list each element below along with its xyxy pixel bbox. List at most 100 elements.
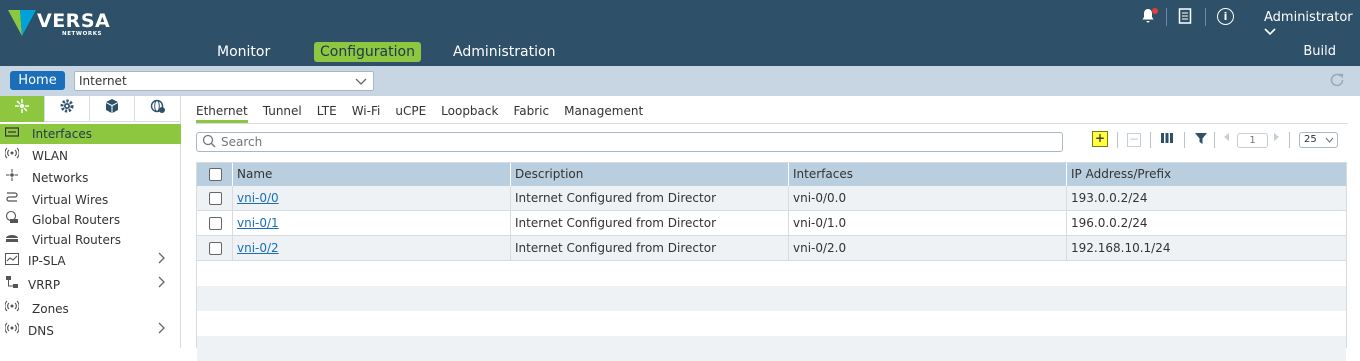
chevron-down-icon bbox=[1325, 137, 1334, 143]
column-header-ip[interactable]: IP Address/Prefix bbox=[1067, 163, 1346, 186]
column-header-description[interactable]: Description bbox=[511, 163, 789, 186]
ip-cell: 192.168.10.1/24 bbox=[1071, 241, 1171, 255]
row-checkbox[interactable] bbox=[209, 217, 222, 230]
context-bar: Home Internet bbox=[0, 66, 1360, 96]
logo-subtext: NETWORKS bbox=[62, 31, 103, 37]
network-icon bbox=[4, 168, 20, 188]
table-row[interactable]: vni-0/0 Internet Configured from Directo… bbox=[197, 186, 1346, 211]
build-label[interactable]: Build bbox=[1303, 44, 1336, 59]
page-size-value: 25 bbox=[1304, 134, 1317, 145]
info-icon[interactable]: i bbox=[1217, 8, 1234, 25]
column-header-name[interactable]: Name bbox=[233, 163, 511, 186]
ip-cell: 193.0.0.2/24 bbox=[1071, 191, 1148, 205]
tab-lte[interactable]: LTE bbox=[317, 103, 337, 123]
description-cell: Internet Configured from Director bbox=[511, 186, 789, 211]
tab-objects[interactable] bbox=[90, 96, 135, 122]
sidebar-item-virtual-routers[interactable]: Virtual Routers bbox=[0, 230, 181, 250]
sidebar-item-label: Global Routers bbox=[32, 213, 121, 227]
sidebar-item-ip-sla[interactable]: IP-SLA bbox=[0, 251, 181, 271]
row-checkbox[interactable] bbox=[209, 192, 222, 205]
next-page-icon[interactable] bbox=[1272, 131, 1282, 149]
virtual-router-icon bbox=[4, 230, 20, 250]
select-all-checkbox[interactable] bbox=[209, 168, 222, 181]
tab-tunnel[interactable]: Tunnel bbox=[263, 103, 302, 123]
chevron-right-icon[interactable] bbox=[158, 275, 166, 295]
tab-loopback[interactable]: Loopback bbox=[441, 103, 498, 123]
name-cell: vni-0/2 bbox=[233, 236, 511, 261]
tab-fabric[interactable]: Fabric bbox=[513, 103, 549, 123]
tab-others[interactable] bbox=[135, 96, 180, 122]
empty-row bbox=[197, 286, 1346, 311]
sidebar-item-networks[interactable]: Networks bbox=[0, 168, 181, 188]
chevron-down-icon bbox=[1264, 28, 1276, 36]
sidebar-item-dns[interactable]: DNS bbox=[0, 321, 181, 341]
document-icon[interactable] bbox=[1176, 8, 1194, 26]
sidebar-item-virtual-wires[interactable]: Virtual Wires bbox=[0, 190, 181, 210]
empty-row bbox=[197, 311, 1346, 336]
home-button[interactable]: Home bbox=[10, 71, 65, 90]
interfaces-table: Name Description Interfaces IP Address/P… bbox=[196, 162, 1347, 361]
add-button[interactable]: + bbox=[1092, 131, 1108, 147]
sidebar-item-label: Virtual Routers bbox=[32, 233, 122, 247]
row-checkbox[interactable] bbox=[209, 242, 222, 255]
sidebar: Interfaces WLAN Networks Virtual Wires G… bbox=[0, 96, 181, 348]
sidebar-item-label: Virtual Wires bbox=[32, 193, 109, 207]
empty-row bbox=[197, 336, 1346, 361]
top-header: VERSA NETWORKS Monitor Configuration Adm… bbox=[0, 0, 1360, 66]
sidebar-item-global-routers[interactable]: Global Routers bbox=[0, 210, 181, 230]
nav-configuration[interactable]: Configuration bbox=[314, 42, 421, 62]
nav-monitor[interactable]: Monitor bbox=[211, 42, 276, 62]
network-icon bbox=[15, 99, 29, 113]
description-cell: Internet Configured from Director bbox=[511, 236, 789, 261]
checkbox-cell bbox=[197, 211, 233, 236]
interface-icon bbox=[4, 124, 20, 144]
sidebar-item-label: Networks bbox=[32, 171, 89, 185]
sidebar-item-label: IP-SLA bbox=[28, 254, 66, 268]
filter-icon[interactable] bbox=[1193, 131, 1209, 149]
wireless-icon bbox=[4, 146, 20, 166]
toolbar-divider bbox=[1184, 132, 1185, 148]
previous-page-icon[interactable] bbox=[1221, 131, 1231, 149]
empty-row bbox=[197, 261, 1346, 286]
sidebar-item-interfaces[interactable]: Interfaces bbox=[0, 124, 181, 144]
interface-link[interactable]: vni-0/1 bbox=[237, 216, 279, 230]
refresh-icon[interactable] bbox=[1328, 71, 1346, 89]
logo-text: VERSA bbox=[37, 10, 111, 32]
organization-value: Internet bbox=[79, 74, 127, 88]
search-icon bbox=[202, 134, 216, 148]
chevron-right-icon[interactable] bbox=[158, 321, 166, 341]
globe-settings-icon bbox=[150, 99, 165, 113]
user-menu[interactable]: Administrator bbox=[1264, 10, 1360, 40]
organization-select[interactable]: Internet bbox=[74, 71, 374, 91]
zones-icon bbox=[4, 299, 20, 319]
page-number-input[interactable]: 1 bbox=[1237, 133, 1268, 148]
notification-dot bbox=[1152, 8, 1158, 14]
tab-ethernet[interactable]: Ethernet bbox=[196, 103, 248, 123]
table-row[interactable]: vni-0/1 Internet Configured from Directo… bbox=[197, 211, 1346, 236]
search-input[interactable] bbox=[221, 134, 1041, 150]
sidebar-item-vrrp[interactable]: VRRP bbox=[0, 275, 181, 295]
tab-wifi[interactable]: Wi-Fi bbox=[352, 103, 381, 123]
interface-link[interactable]: vni-0/0 bbox=[237, 191, 279, 205]
interface-link[interactable]: vni-0/2 bbox=[237, 241, 279, 255]
interfaces-cell: vni-0/0.0 bbox=[789, 186, 1067, 211]
columns-icon[interactable] bbox=[1159, 131, 1175, 149]
checkbox-cell bbox=[197, 186, 233, 211]
sidebar-item-zones[interactable]: Zones bbox=[0, 299, 181, 319]
interface-type-tabs: Ethernet Tunnel LTE Wi-Fi uCPE Loopback … bbox=[196, 103, 658, 123]
description-cell: Internet Configured from Director bbox=[511, 211, 789, 236]
nav-administration[interactable]: Administration bbox=[447, 42, 561, 62]
tab-services[interactable] bbox=[45, 96, 90, 122]
sidebar-item-wlan[interactable]: WLAN bbox=[0, 146, 181, 166]
tab-networking[interactable] bbox=[0, 96, 45, 122]
router-icon bbox=[4, 210, 20, 230]
header-divider bbox=[1166, 8, 1167, 26]
dns-icon bbox=[4, 321, 20, 341]
delete-button[interactable]: − bbox=[1127, 133, 1141, 147]
tab-management[interactable]: Management bbox=[564, 103, 643, 123]
chevron-right-icon[interactable] bbox=[158, 251, 166, 271]
column-header-interfaces[interactable]: Interfaces bbox=[789, 163, 1067, 186]
page-size-select[interactable]: 25 bbox=[1299, 132, 1338, 148]
tab-ucpe[interactable]: uCPE bbox=[395, 103, 426, 123]
table-row[interactable]: vni-0/2 Internet Configured from Directo… bbox=[197, 236, 1346, 261]
